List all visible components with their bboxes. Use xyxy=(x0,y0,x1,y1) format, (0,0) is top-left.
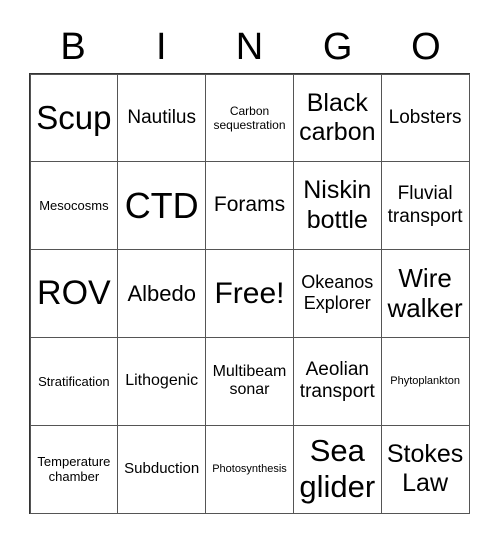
bingo-cell[interactable]: Albedo xyxy=(117,249,207,338)
bingo-cell[interactable]: Nautilus xyxy=(117,73,207,163)
cell-label: Lithogenic xyxy=(125,371,199,389)
bingo-grid: Scup Nautilus Carbon sequestration Black ca… xyxy=(29,73,470,514)
cell-label: Albedo xyxy=(127,280,196,306)
cell-label: Mesocosms xyxy=(39,198,109,214)
cell-label: Fluvial transport xyxy=(387,183,463,227)
bingo-cell[interactable]: Free! xyxy=(205,249,294,338)
cell-label: Scup xyxy=(36,98,112,136)
bingo-cell[interactable]: Mesocosms xyxy=(29,161,119,251)
cell-label: Photosynthesis xyxy=(212,462,287,475)
bingo-cell[interactable]: Scup xyxy=(29,73,119,163)
bingo-cell[interactable]: Subduction xyxy=(117,424,207,514)
cell-label: Lobsters xyxy=(388,106,462,128)
cell-label: Nautilus xyxy=(127,106,197,128)
bingo-cell[interactable]: Stratification xyxy=(29,336,119,426)
bingo-cell[interactable]: Lithogenic xyxy=(117,336,207,426)
bingo-cell[interactable]: Aeolian transport xyxy=(292,336,382,426)
cell-label: Aeolian transport xyxy=(299,359,375,403)
cell-label: Okeanos Explorer xyxy=(301,272,374,314)
bingo-cell[interactable]: Photosynthesis xyxy=(205,424,294,514)
bingo-cell[interactable]: Carbon sequestration xyxy=(205,73,294,163)
bingo-cell[interactable]: Forams xyxy=(205,161,294,251)
cell-label: Sea glider xyxy=(299,432,376,505)
cell-label: Stratification xyxy=(38,373,110,389)
cell-label: Multibeam sonar xyxy=(212,362,287,399)
cell-label: Wire walker xyxy=(387,263,463,324)
bingo-cell[interactable]: CTD xyxy=(117,161,207,251)
cell-label: Free! xyxy=(214,276,285,310)
header-letter: B xyxy=(60,26,86,68)
cell-label: Forams xyxy=(213,193,286,217)
bingo-cell[interactable]: Black carbon xyxy=(292,73,382,163)
bingo-cell[interactable]: Niskin bottle xyxy=(292,161,382,251)
cell-label: Temperature chamber xyxy=(37,453,111,485)
cell-label: Phytoplankton xyxy=(390,374,460,387)
cell-label: Carbon sequestration xyxy=(213,103,286,132)
header-letter: O xyxy=(411,26,441,68)
bingo-header: B I N G O xyxy=(29,24,470,70)
cell-label: Black carbon xyxy=(299,88,376,146)
bingo-cell[interactable]: Sea glider xyxy=(292,424,382,514)
header-letter: I xyxy=(156,26,167,68)
bingo-cell[interactable]: Wire walker xyxy=(380,249,470,338)
bingo-cell[interactable]: Temperature chamber xyxy=(29,424,119,514)
bingo-cell[interactable]: ROV xyxy=(29,249,119,338)
bingo-cell[interactable]: Fluvial transport xyxy=(380,161,470,251)
header-letter: N xyxy=(235,26,264,68)
cell-label: ROV xyxy=(37,273,111,312)
bingo-cell[interactable]: Phytoplankton xyxy=(380,336,470,426)
header-letter: G xyxy=(322,26,353,68)
bingo-cell[interactable]: Stokes Law xyxy=(380,424,470,514)
bingo-cell[interactable]: Lobsters xyxy=(380,73,470,163)
bingo-cell[interactable]: Multibeam sonar xyxy=(205,336,294,426)
cell-label: Niskin bottle xyxy=(303,176,372,234)
bingo-cell[interactable]: Okeanos Explorer xyxy=(292,249,382,338)
cell-label: Subduction xyxy=(124,460,200,478)
cell-label: Stokes Law xyxy=(386,439,464,498)
cell-label: CTD xyxy=(124,184,199,226)
